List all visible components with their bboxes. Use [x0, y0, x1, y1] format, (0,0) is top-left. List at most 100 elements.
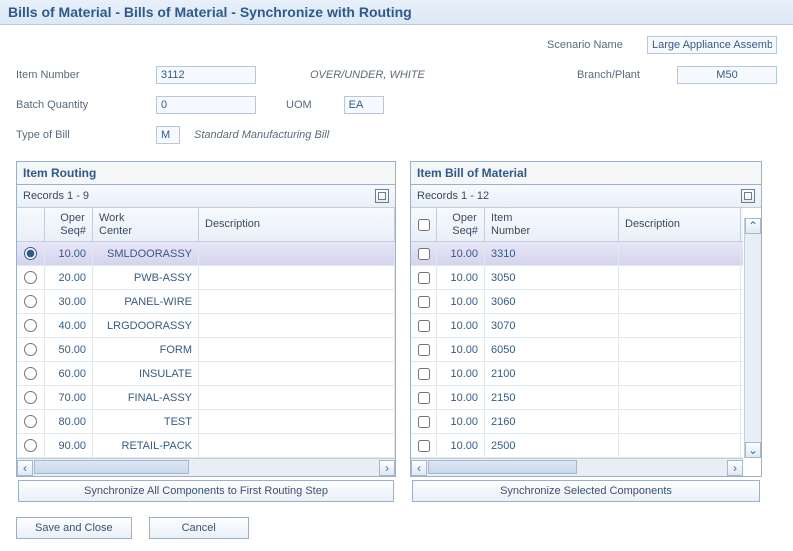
col-description[interactable]: Description — [619, 208, 741, 241]
row-radio[interactable] — [24, 343, 37, 356]
oper-seq-cell: 10.00 — [437, 290, 485, 313]
oper-seq-cell: 10.00 — [437, 386, 485, 409]
row-radio[interactable] — [24, 415, 37, 428]
maximize-icon[interactable] — [375, 189, 389, 203]
save-close-button[interactable]: Save and Close — [16, 517, 132, 539]
bom-records-text: Records 1 - 12 — [417, 190, 489, 202]
select-all-cell[interactable] — [411, 208, 437, 241]
routing-row[interactable]: 80.00TEST — [17, 410, 395, 434]
scroll-up-icon[interactable]: ⌃ — [745, 218, 761, 234]
type-bill-input[interactable] — [156, 126, 180, 144]
item-number-cell: 3050 — [485, 266, 619, 289]
routing-records-text: Records 1 - 9 — [23, 190, 89, 202]
bom-row[interactable]: 10.003070 — [411, 314, 743, 338]
scenario-value[interactable] — [647, 36, 777, 54]
work-center-cell: LRGDOORASSY — [93, 314, 199, 337]
bom-row[interactable]: 10.002160 — [411, 410, 743, 434]
type-bill-desc: Standard Manufacturing Bill — [194, 129, 329, 141]
batch-qty-input[interactable] — [156, 96, 256, 114]
col-work-center[interactable]: Work Center — [93, 208, 199, 241]
row-radio[interactable] — [24, 439, 37, 452]
sync-selected-button[interactable]: Synchronize Selected Components — [412, 480, 760, 502]
routing-row[interactable]: 70.00FINAL-ASSY — [17, 386, 395, 410]
oper-seq-cell: 10.00 — [437, 266, 485, 289]
bom-row[interactable]: 10.003060 — [411, 290, 743, 314]
maximize-icon[interactable] — [741, 189, 755, 203]
routing-row[interactable]: 90.00RETAIL-PACK — [17, 434, 395, 458]
work-center-cell: SMLDOORASSY — [93, 242, 199, 265]
bom-grid: Oper Seq# Item Number Description 10.003… — [411, 208, 743, 476]
scroll-down-icon[interactable]: ⌄ — [745, 442, 761, 458]
desc-cell — [199, 266, 395, 289]
page-title: Bills of Material - Bills of Material - … — [0, 0, 793, 25]
bom-row[interactable]: 10.002500 — [411, 434, 743, 458]
scroll-left-icon[interactable]: ‹ — [411, 460, 427, 476]
desc-cell — [199, 410, 395, 433]
routing-row[interactable]: 20.00PWB-ASSY — [17, 266, 395, 290]
row-checkbox[interactable] — [418, 272, 430, 284]
routing-panel-title: Item Routing — [17, 162, 395, 185]
sync-all-button[interactable]: Synchronize All Components to First Rout… — [18, 480, 394, 502]
scenario-label: Scenario Name — [547, 39, 647, 51]
desc-cell — [619, 410, 741, 433]
row-checkbox[interactable] — [418, 368, 430, 380]
scroll-right-icon[interactable]: › — [379, 460, 395, 476]
scroll-right-icon[interactable]: › — [727, 460, 743, 476]
item-number-cell: 2500 — [485, 434, 619, 457]
bom-vscroll[interactable]: ⌃ ⌄ — [744, 218, 761, 458]
work-center-cell: PANEL-WIRE — [93, 290, 199, 313]
item-number-cell: 3310 — [485, 242, 619, 265]
bom-panel-title: Item Bill of Material — [411, 162, 761, 185]
row-radio[interactable] — [24, 367, 37, 380]
bom-row[interactable]: 10.003310 — [411, 242, 743, 266]
branch-input[interactable] — [677, 66, 777, 84]
routing-grid: Oper Seq# Work Center Description 10.00S… — [17, 208, 395, 476]
row-radio[interactable] — [24, 271, 37, 284]
row-checkbox[interactable] — [418, 344, 430, 356]
desc-cell — [619, 242, 741, 265]
row-checkbox[interactable] — [418, 392, 430, 404]
routing-row[interactable]: 40.00LRGDOORASSY — [17, 314, 395, 338]
select-all-checkbox[interactable] — [418, 219, 430, 231]
row-checkbox[interactable] — [418, 416, 430, 428]
col-item-number[interactable]: Item Number — [485, 208, 619, 241]
row-radio[interactable] — [24, 319, 37, 332]
work-center-cell: PWB-ASSY — [93, 266, 199, 289]
item-number-cell: 2160 — [485, 410, 619, 433]
col-description[interactable]: Description — [199, 208, 395, 241]
routing-hscroll[interactable]: ‹ › — [17, 458, 395, 476]
col-oper-seq[interactable]: Oper Seq# — [45, 208, 93, 241]
bom-row[interactable]: 10.006050 — [411, 338, 743, 362]
item-routing-panel: Item Routing Records 1 - 9 Oper Seq# Wor… — [16, 161, 396, 505]
routing-row[interactable]: 10.00SMLDOORASSY — [17, 242, 395, 266]
desc-cell — [199, 338, 395, 361]
row-radio[interactable] — [24, 247, 37, 260]
bom-row[interactable]: 10.002100 — [411, 362, 743, 386]
item-number-cell: 3060 — [485, 290, 619, 313]
bom-row[interactable]: 10.003050 — [411, 266, 743, 290]
row-radio[interactable] — [24, 295, 37, 308]
row-checkbox[interactable] — [418, 320, 430, 332]
oper-seq-cell: 10.00 — [45, 242, 93, 265]
item-number-cell: 2100 — [485, 362, 619, 385]
work-center-cell: TEST — [93, 410, 199, 433]
item-number-input[interactable] — [156, 66, 256, 84]
row-checkbox[interactable] — [418, 440, 430, 452]
desc-cell — [619, 266, 741, 289]
batch-qty-label: Batch Quantity — [16, 99, 156, 111]
bom-hscroll[interactable]: ‹ › — [411, 458, 743, 476]
routing-row[interactable]: 60.00INSULATE — [17, 362, 395, 386]
bom-row[interactable]: 10.002150 — [411, 386, 743, 410]
routing-row[interactable]: 50.00FORM — [17, 338, 395, 362]
row-checkbox[interactable] — [418, 248, 430, 260]
row-checkbox[interactable] — [418, 296, 430, 308]
oper-seq-cell: 80.00 — [45, 410, 93, 433]
desc-cell — [199, 242, 395, 265]
routing-row[interactable]: 30.00PANEL-WIRE — [17, 290, 395, 314]
item-number-cell: 6050 — [485, 338, 619, 361]
uom-input[interactable] — [344, 96, 384, 114]
scroll-left-icon[interactable]: ‹ — [17, 460, 33, 476]
col-oper-seq[interactable]: Oper Seq# — [437, 208, 485, 241]
row-radio[interactable] — [24, 391, 37, 404]
cancel-button[interactable]: Cancel — [149, 517, 249, 539]
